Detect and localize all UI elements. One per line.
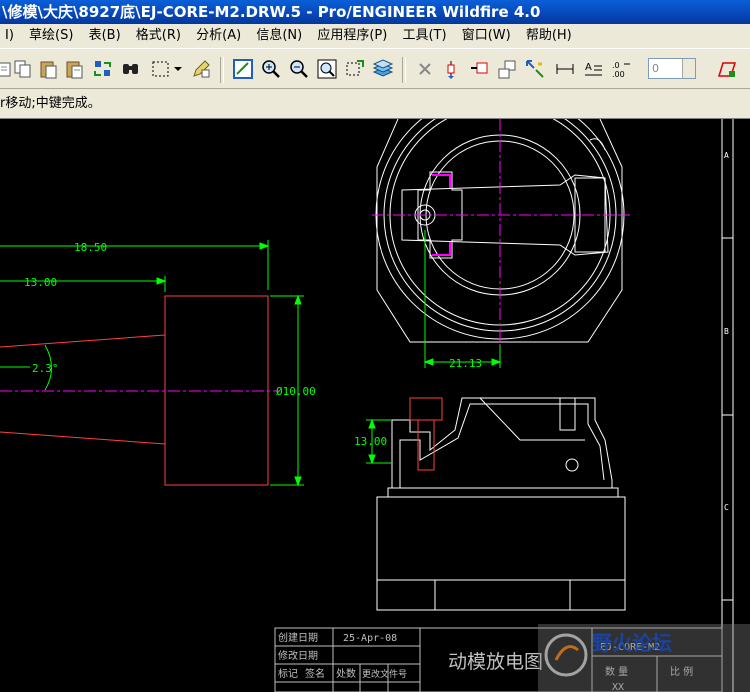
window-title: \修模\大庆\8927底\EJ-CORE-M2.DRW.5 - Pro/ENGI… bbox=[2, 3, 541, 21]
zone-b-label: B bbox=[724, 327, 729, 336]
dim-overall-length[interactable]: 18.50 bbox=[74, 241, 107, 254]
tb-header-mark: 标记 bbox=[278, 668, 298, 680]
paste-icon[interactable] bbox=[38, 58, 60, 80]
note-icon[interactable] bbox=[468, 58, 490, 80]
decimal-places-spinner[interactable]: 0 bbox=[648, 58, 696, 79]
menu-sketch[interactable]: 草绘(S) bbox=[24, 24, 79, 48]
zone-a-label: A bbox=[724, 151, 729, 160]
toolbar: A .0.00 0 bbox=[0, 48, 750, 89]
dim-top-offset[interactable]: 21.13 bbox=[449, 357, 482, 370]
zoom-out-icon[interactable] bbox=[288, 58, 310, 80]
dim-arrow-icon[interactable] bbox=[554, 58, 576, 80]
spinner-arrows[interactable] bbox=[682, 59, 695, 78]
move-special-icon[interactable] bbox=[496, 58, 518, 80]
tb-drawing-title: 动模放电图 bbox=[448, 651, 543, 673]
tb-created-label: 创建日期 bbox=[278, 631, 318, 644]
message-text: r移动;中键完成。 bbox=[0, 96, 101, 111]
title-bar: \修模\大庆\8927底\EJ-CORE-M2.DRW.5 - Pro/ENGI… bbox=[0, 0, 750, 24]
tb-modified-label: 修改日期 bbox=[278, 649, 318, 662]
menu-help[interactable]: 帮助(H) bbox=[521, 24, 578, 48]
tb-created-value: 25-Apr-08 bbox=[343, 633, 397, 644]
toolbar-separator bbox=[220, 57, 224, 83]
copy-icon[interactable] bbox=[12, 58, 34, 80]
orient-icon[interactable] bbox=[344, 58, 366, 80]
menu-analysis[interactable]: 分析(A) bbox=[191, 24, 247, 48]
tb-header-sign: 签名 bbox=[305, 667, 325, 680]
dim-step-length[interactable]: 13.00 bbox=[24, 276, 57, 289]
sketch-icon[interactable] bbox=[716, 58, 738, 80]
paste-special-icon[interactable] bbox=[64, 58, 86, 80]
forum-watermark: 野火论坛 bbox=[538, 624, 750, 692]
delete-icon[interactable] bbox=[414, 58, 436, 80]
menu-bar: I) 草绘(S) 表(B) 格式(R) 分析(A) 信息(N) 应用程序(P) … bbox=[0, 24, 750, 48]
menu-insert[interactable]: I) bbox=[0, 24, 20, 48]
edit-icon[interactable] bbox=[190, 58, 212, 80]
chevron-down-icon[interactable] bbox=[172, 58, 184, 80]
menu-applications[interactable]: 应用程序(P) bbox=[312, 24, 393, 48]
repaint-icon[interactable] bbox=[232, 58, 254, 80]
zoom-in-icon[interactable] bbox=[260, 58, 282, 80]
dim-angle[interactable]: 2.3° bbox=[32, 362, 59, 375]
dimension-icon[interactable] bbox=[440, 58, 462, 80]
menu-format[interactable]: 格式(R) bbox=[131, 24, 187, 48]
dim-diameter[interactable]: Ø10.00 bbox=[276, 385, 316, 398]
spinner-value: 0 bbox=[652, 62, 659, 75]
watermark-text: 野火论坛 bbox=[592, 631, 672, 655]
drawing-canvas[interactable]: A B C 18.50 13.00 2.3° Ø10.00 21.13 13.0… bbox=[0, 119, 750, 692]
canvas-background bbox=[0, 119, 750, 692]
refit-icon[interactable] bbox=[316, 58, 338, 80]
svg-text:A: A bbox=[585, 62, 592, 73]
toolbar-separator bbox=[402, 57, 406, 83]
tb-header-change: 更改文件号 bbox=[362, 668, 407, 680]
zone-c-label: C bbox=[724, 503, 729, 512]
flip-arrows-icon[interactable] bbox=[524, 58, 546, 80]
find-icon[interactable] bbox=[120, 58, 142, 80]
regenerate-icon[interactable] bbox=[92, 58, 114, 80]
tb-header-count: 处数 bbox=[336, 667, 356, 680]
menu-table[interactable]: 表(B) bbox=[84, 24, 127, 48]
select-box-icon[interactable] bbox=[150, 58, 172, 80]
text-style-icon[interactable]: A bbox=[582, 58, 604, 80]
menu-tools[interactable]: 工具(T) bbox=[397, 24, 452, 48]
layers-icon[interactable] bbox=[372, 58, 394, 80]
svg-text:.00: .00 bbox=[612, 70, 625, 79]
menu-window[interactable]: 窗口(W) bbox=[457, 24, 517, 48]
svg-text:.0: .0 bbox=[612, 61, 620, 70]
decimal-places-icon[interactable]: .0.00 bbox=[610, 58, 632, 80]
menu-info[interactable]: 信息(N) bbox=[251, 24, 308, 48]
message-area: r移动;中键完成。 bbox=[0, 89, 750, 119]
dim-front-height[interactable]: 13.00 bbox=[354, 435, 387, 448]
